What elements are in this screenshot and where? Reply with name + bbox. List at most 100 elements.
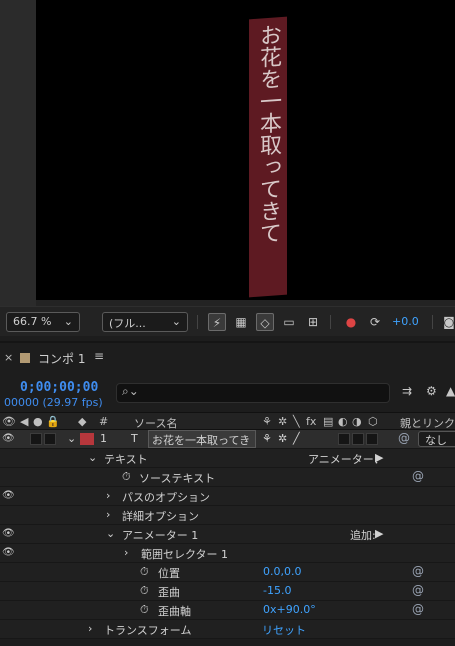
animator-label: アニメーター 1 (122, 529, 199, 542)
audio-icon[interactable]: ◀ (20, 415, 28, 428)
text-group-label: テキスト (104, 453, 148, 466)
chevron-right-icon[interactable]: › (106, 508, 110, 521)
animator-menu-label[interactable]: アニメーター： (308, 451, 385, 467)
composition-swatch (20, 353, 30, 363)
parent-link-header: 親とリンク (400, 417, 455, 430)
3d-toggle[interactable] (366, 433, 378, 445)
position-value[interactable]: 0.0,0.0 (263, 565, 301, 578)
composition-viewer[interactable]: お花を一本取ってきて (0, 0, 455, 306)
skew-axis-value[interactable]: 0x+90.0° (263, 603, 316, 616)
toolbar-divider (330, 315, 331, 329)
skew-value[interactable]: -15.0 (263, 584, 291, 597)
solo-icon[interactable]: ● (33, 415, 43, 428)
shy-switch-icon[interactable]: ⚘ (262, 432, 272, 445)
reset-exposure-icon[interactable]: ⟳ (366, 313, 384, 331)
panel-menu-icon[interactable]: ≡ (94, 349, 104, 363)
zoom-dropdown[interactable]: 66.7 % ⌄ (6, 312, 80, 332)
grid-guides-icon[interactable]: ⊞ (304, 313, 322, 331)
shy-switch-icon[interactable]: ⚘ (262, 415, 272, 428)
viewer-gutter (0, 0, 36, 306)
exposure-value[interactable]: +0.0 (392, 315, 419, 328)
layer-number: 1 (100, 432, 107, 445)
close-icon[interactable]: × (4, 351, 13, 364)
add-menu-label[interactable]: 追加: (350, 527, 376, 543)
source-name-header[interactable]: ソース名 (134, 415, 177, 431)
property-row-range-selector[interactable]: 👁 › 範囲セレクター 1 (0, 544, 455, 563)
chevron-down-icon[interactable]: ⌄ (88, 451, 97, 464)
mask-visibility-icon[interactable]: ◇ (256, 313, 274, 331)
property-row-skew-axis[interactable]: ⏱ 歪曲軸 0x+90.0° @ (0, 601, 455, 620)
expression-spiral-icon[interactable]: @ (412, 583, 424, 597)
eye-icon[interactable]: 👁 (2, 490, 15, 501)
collapse-switch-icon[interactable]: ✲ (278, 432, 287, 445)
eye-icon[interactable]: 👁 (2, 415, 16, 428)
property-row-transform[interactable]: › トランスフォーム リセット (0, 620, 455, 639)
chevron-right-icon[interactable]: › (106, 489, 110, 502)
stopwatch-icon[interactable]: ⏱ (140, 603, 149, 617)
parent-value: なし (425, 434, 447, 447)
3d-layer-icon[interactable]: ⬡ (368, 415, 378, 428)
motion-blur-toggle[interactable] (338, 433, 350, 445)
property-row-path-options[interactable]: 👁 › パスのオプション (0, 487, 455, 506)
shy-layers-icon[interactable]: ▲ (446, 384, 455, 398)
frame-blend-icon[interactable]: ▤ (323, 415, 333, 428)
draft-3d-icon[interactable]: ⚙ (426, 384, 437, 398)
eye-icon[interactable]: 👁 (2, 547, 15, 558)
label-tag-icon[interactable]: ◆ (78, 415, 86, 428)
resolution-dropdown[interactable]: (フル... ⌄ (102, 312, 188, 332)
layer-number-header: # (99, 415, 109, 428)
camera-icon[interactable]: ◙ (440, 313, 455, 331)
collapse-switch-icon[interactable]: ✲ (278, 415, 287, 428)
chevron-down-icon[interactable]: ⌄ (106, 527, 115, 540)
viewer-toolbar: 66.7 % ⌄ (フル... ⌄ ⚡ ▦ ◇ ▭ ⊞ ● ⟳ +0.0 ◙ (0, 306, 455, 336)
fast-previews-icon[interactable]: ⚡ (208, 313, 226, 331)
chevron-down-icon[interactable]: ⌄ (67, 432, 76, 445)
composition-canvas[interactable] (36, 0, 455, 300)
property-row-text[interactable]: ⌄ テキスト アニメーター： ▶ (0, 449, 455, 468)
transparency-grid-icon[interactable]: ▦ (232, 313, 250, 331)
lock-icon[interactable]: 🔒 (46, 415, 60, 428)
expression-spiral-icon[interactable]: @ (412, 602, 424, 616)
tab-title[interactable]: コンポ 1 (38, 350, 85, 367)
stopwatch-icon[interactable]: ⏱ (140, 584, 149, 598)
adjustment-layer-icon[interactable]: ◑ (352, 415, 362, 428)
motion-blur-icon[interactable]: ◐ (338, 415, 348, 428)
eye-icon[interactable]: 👁 (2, 433, 15, 444)
layer-column-header: 👁 ◀ ● 🔒 ◆ # ソース名 ⚘ ✲ ╲ fx ▤ ◐ ◑ ⬡ 親とリンク (0, 412, 455, 430)
layer-search-input[interactable] (116, 383, 390, 403)
chevron-right-icon[interactable]: › (88, 622, 92, 635)
quality-switch-icon[interactable]: ╲ (293, 415, 300, 428)
property-row-position[interactable]: ⏱ 位置 0.0,0.0 @ (0, 563, 455, 582)
color-channels-icon[interactable]: ● (342, 313, 360, 331)
quality-switch-icon[interactable]: ╱ (293, 432, 300, 445)
parent-dropdown[interactable]: なし (418, 431, 455, 447)
expression-spiral-icon[interactable]: @ (412, 564, 424, 578)
current-timecode[interactable]: 0;00;00;00 (20, 380, 98, 395)
composition-flowchart-icon[interactable]: ⇉ (402, 384, 412, 398)
region-of-interest-icon[interactable]: ▭ (280, 313, 298, 331)
adjustment-toggle[interactable] (352, 433, 364, 445)
reset-link[interactable]: リセット (262, 622, 306, 638)
source-text-label: ソーステキスト (139, 472, 216, 485)
property-row-animator[interactable]: 👁 ⌄ アニメーター 1 追加: ▶ (0, 525, 455, 544)
stopwatch-icon[interactable]: ⏱ (140, 565, 149, 579)
layer-name-field[interactable]: お花を一本取ってきて (148, 430, 256, 463)
layer-row[interactable]: 👁 ⌄ 1 T お花を一本取ってきて ⚘ ✲ ╱ @ なし (0, 430, 455, 463)
pick-whip-icon[interactable]: @ (398, 431, 410, 445)
position-label: 位置 (158, 567, 180, 580)
effects-switch-icon[interactable]: fx (306, 415, 316, 428)
layer-label-color[interactable] (80, 433, 94, 445)
property-row-source-text[interactable]: ⏱ ソーステキスト @ (0, 468, 455, 487)
expression-spiral-icon[interactable]: @ (412, 469, 424, 483)
stopwatch-icon[interactable]: ⏱ (122, 470, 131, 484)
property-row-skew[interactable]: ⏱ 歪曲 -15.0 @ (0, 582, 455, 601)
chevron-right-icon[interactable]: › (124, 546, 128, 559)
play-menu-icon[interactable]: ▶ (375, 451, 383, 464)
property-row-more-options[interactable]: › 詳細オプション (0, 506, 455, 525)
solo-toggle[interactable] (30, 433, 42, 445)
play-menu-icon[interactable]: ▶ (375, 527, 383, 540)
text-layer-preview[interactable]: お花を一本取ってきて (249, 16, 287, 298)
text-layer-icon: T (131, 432, 138, 445)
lock-toggle[interactable] (44, 433, 56, 445)
eye-icon[interactable]: 👁 (2, 528, 15, 539)
